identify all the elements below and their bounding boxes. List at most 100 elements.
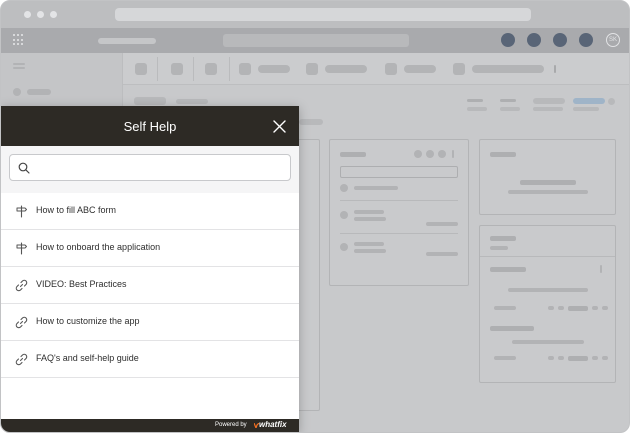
signpost-icon [16,205,27,218]
card-row-meta [548,306,554,310]
card-row-meta [426,222,458,226]
card-title-placeholder [340,152,366,157]
window-close-dot[interactable] [24,11,31,18]
page-subtitle-placeholder [176,99,208,104]
card-divider [340,200,458,201]
app-launcher-icon[interactable] [13,34,25,46]
card-title-placeholder [490,236,516,241]
header-icon-3[interactable] [553,33,567,47]
search-box[interactable] [9,154,291,181]
card-row-meta [426,252,458,256]
self-help-panel: Self Help How to fill ABC form How to on… [1,106,299,432]
card-row-icon [340,184,348,192]
toolbar-button-5[interactable] [306,63,318,75]
card-row-meta [592,356,598,360]
status-pill [573,98,605,104]
app-search-placeholder[interactable] [223,34,409,47]
sidebar-item-icon[interactable] [13,88,21,96]
middle-card [329,139,469,286]
toolbar-button-2[interactable] [171,63,183,75]
list-item[interactable]: How to fill ABC form [1,193,299,230]
card-more-icon[interactable] [600,265,602,273]
toolbar-label-4 [258,65,290,73]
sidebar-item-placeholder[interactable] [27,89,51,95]
panel-title: Self Help [123,119,177,134]
help-items-list: How to fill ABC form How to onboard the … [1,193,299,378]
list-item[interactable]: How to onboard the application [1,230,299,267]
card-row-title [490,326,534,331]
card-row-meta [602,306,608,310]
toolbar-divider [193,57,194,81]
toolbar-button-3[interactable] [205,63,217,75]
meta-value-1 [467,107,487,111]
meta-pill-1 [533,98,565,104]
hamburger-icon-line [13,67,25,69]
header-icon-1[interactable] [501,33,515,47]
meta-label-2 [500,99,516,102]
card-row-meta [568,356,588,361]
list-item[interactable]: How to customize the app [1,304,299,341]
card-action-icon-3[interactable] [438,150,446,158]
panel-footer: Powered by whatfix [1,419,299,432]
card-row-title [354,210,384,214]
header-icon-2[interactable] [527,33,541,47]
card-row-sub [354,249,386,253]
list-item-label: How to customize the app [36,316,140,326]
card-subtitle-placeholder [490,246,508,250]
toolbar-button-6[interactable] [385,63,397,75]
card-action-icon-1[interactable] [414,150,422,158]
list-item[interactable]: VIDEO: Best Practices [1,267,299,304]
card-empty-title [520,180,576,185]
app-name-placeholder [98,38,156,44]
toolbar-button-7[interactable] [453,63,465,75]
toolbar-label-6 [404,65,436,73]
card-row-meta [494,356,516,360]
app-toolbar [123,53,629,85]
card-row-title [490,267,526,272]
signpost-icon [16,242,27,255]
tab-placeholder[interactable] [299,119,323,125]
toolbar-divider [157,57,158,81]
card-row-meta [494,306,516,310]
card-empty-sub [508,190,588,194]
card-divider [340,233,458,234]
list-item-label: VIDEO: Best Practices [36,279,127,289]
browser-window: SK Self Help How to fill ABC form How to… [0,0,630,433]
meta-value-2 [500,107,520,111]
self-help-header: Self Help [1,106,299,146]
hamburger-icon[interactable] [13,63,25,65]
toolbar-button-4[interactable] [239,63,251,75]
meta-dot [608,98,615,105]
card-more-icon[interactable] [452,150,454,158]
window-maximize-dot[interactable] [50,11,57,18]
search-section [1,146,299,193]
card-row-meta [602,356,608,360]
toolbar-button-1[interactable] [135,63,147,75]
window-minimize-dot[interactable] [37,11,44,18]
card-row-icon [340,211,348,219]
card-input-placeholder[interactable] [340,166,458,178]
close-icon[interactable] [273,120,286,133]
card-row-sub [354,217,386,221]
brand-name[interactable]: whatfix [259,420,287,429]
link-icon [15,353,28,366]
address-bar[interactable] [115,8,531,21]
meta-value-4 [573,107,599,111]
list-item[interactable]: FAQ's and self-help guide [1,341,299,378]
page-title-placeholder [134,97,166,105]
right-bottom-card [479,225,616,383]
search-icon [18,162,30,174]
toolbar-divider [229,57,230,81]
card-row-icon [340,243,348,251]
toolbar-label-5 [325,65,367,73]
toolbar-more-icon[interactable] [554,65,556,73]
card-divider [480,256,615,257]
card-title-placeholder [490,152,516,157]
header-icon-4[interactable] [579,33,593,47]
card-row-title [354,242,384,246]
search-input[interactable] [36,159,286,177]
card-action-icon-2[interactable] [426,150,434,158]
app-header: SK [1,28,629,53]
avatar[interactable]: SK [606,33,620,47]
toolbar-label-7 [472,65,544,73]
